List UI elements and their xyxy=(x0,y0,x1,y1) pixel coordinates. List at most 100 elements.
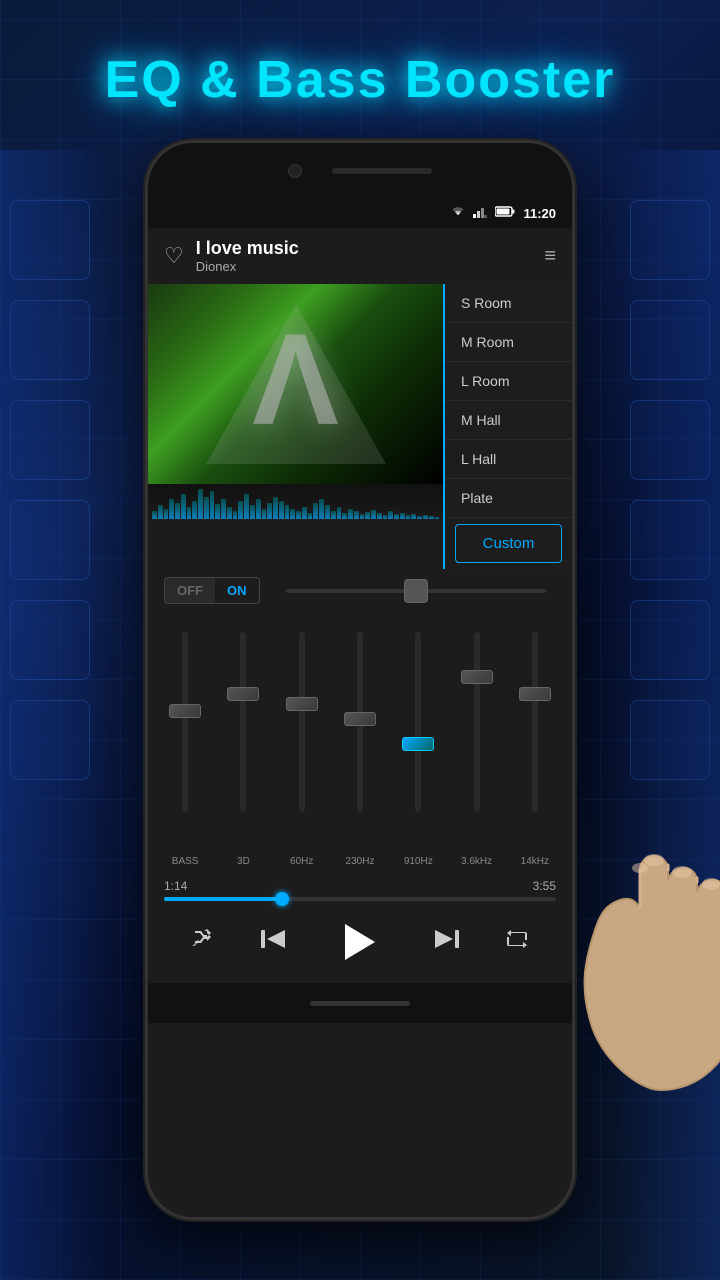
eq-label-bass: BASS xyxy=(156,856,214,867)
eq-handle-910hz[interactable] xyxy=(402,737,434,751)
toggle-on-btn[interactable]: ON xyxy=(215,578,259,603)
progress-current: 1:14 xyxy=(164,879,187,893)
progress-fill xyxy=(164,897,282,901)
wave-bar xyxy=(377,513,382,519)
wave-bar xyxy=(210,491,215,519)
shuffle-button[interactable] xyxy=(191,929,215,955)
eq-track-3-6khz xyxy=(474,632,480,812)
wave-bar xyxy=(187,507,192,519)
wave-bar xyxy=(360,514,365,519)
wave-bar xyxy=(417,516,422,519)
wave-bar xyxy=(325,505,330,519)
signal-icon xyxy=(473,206,487,221)
eq-toggle[interactable]: OFF ON xyxy=(164,577,260,604)
preset-custom-button[interactable]: Custom xyxy=(455,524,562,563)
wave-bar xyxy=(302,507,307,519)
eq-toggle-slider[interactable] xyxy=(286,589,547,593)
phone-speaker xyxy=(332,168,432,174)
eq-label-910hz: 910Hz xyxy=(389,856,447,867)
eq-slider-bass[interactable] xyxy=(156,622,214,852)
eq-handle-bass[interactable] xyxy=(169,704,201,718)
wave-bar xyxy=(400,513,405,519)
wave-bar xyxy=(181,494,186,519)
eq-label-14khz: 14kHz xyxy=(506,856,564,867)
wave-bar xyxy=(313,503,318,519)
wave-bar xyxy=(290,509,295,519)
wave-bar xyxy=(337,507,342,519)
wave-bar xyxy=(204,497,209,519)
preset-item-l-hall[interactable]: L Hall xyxy=(445,440,572,479)
wave-bar xyxy=(285,505,290,519)
eq-slider-60hz[interactable] xyxy=(273,622,331,852)
main-area: S Room M Room L Room M Hall L Hall Plate… xyxy=(148,284,572,569)
wave-bar xyxy=(215,504,220,519)
previous-button[interactable] xyxy=(261,928,289,956)
eq-slider-3d[interactable] xyxy=(214,622,272,852)
wave-bar xyxy=(388,511,393,519)
wave-bar xyxy=(262,509,267,519)
next-button[interactable] xyxy=(431,928,459,956)
eq-slider-14khz[interactable] xyxy=(506,622,564,852)
eq-channel-bass xyxy=(156,622,214,852)
wave-bar xyxy=(319,499,324,519)
wave-bar xyxy=(169,499,174,519)
eq-channel-910hz xyxy=(389,622,447,852)
eq-track-910hz xyxy=(415,632,421,812)
eq-labels: BASS 3D 60Hz 230Hz 910Hz 3.6kHz 14kHz xyxy=(148,852,572,871)
wave-bar xyxy=(331,511,336,519)
wave-bar xyxy=(233,511,238,519)
phone-bottom-bar xyxy=(148,983,572,1023)
eq-sliders xyxy=(148,612,572,852)
eq-track-230hz xyxy=(357,632,363,812)
wave-bar xyxy=(192,501,197,519)
eq-track-bass xyxy=(182,632,188,812)
toggle-off-btn[interactable]: OFF xyxy=(165,578,215,603)
wave-bar xyxy=(256,499,261,519)
wifi-icon xyxy=(451,206,465,220)
song-header: ♡ I love music Dionex ≡ xyxy=(148,228,572,284)
eq-slider-910hz[interactable] xyxy=(389,622,447,852)
wave-bar xyxy=(308,513,313,519)
preset-item-plate[interactable]: Plate xyxy=(445,479,572,518)
eq-handle-60hz[interactable] xyxy=(286,697,318,711)
eq-label-3-6khz: 3.6kHz xyxy=(447,856,505,867)
preset-item-m-room[interactable]: M Room xyxy=(445,323,572,362)
wave-bar xyxy=(164,509,169,519)
wave-bar xyxy=(267,503,272,519)
eq-slider-3-6khz[interactable] xyxy=(447,622,505,852)
preset-item-s-room[interactable]: S Room xyxy=(445,284,572,323)
eq-toggle-thumb[interactable] xyxy=(404,579,428,603)
album-image xyxy=(148,284,443,484)
eq-label-3d: 3D xyxy=(214,856,272,867)
repeat-button[interactable] xyxy=(505,929,529,955)
wave-bar xyxy=(354,511,359,519)
eq-handle-3-6khz[interactable] xyxy=(461,670,493,684)
wave-bar xyxy=(342,513,347,519)
eq-slider-230hz[interactable] xyxy=(331,622,389,852)
wave-bar xyxy=(273,497,278,519)
song-info: I love music Dionex xyxy=(196,238,533,274)
status-time: 11:20 xyxy=(523,206,556,221)
wave-bar xyxy=(383,515,388,519)
wave-bar xyxy=(394,514,399,519)
eq-handle-3d[interactable] xyxy=(227,687,259,701)
wave-bar xyxy=(152,511,157,519)
progress-dot[interactable] xyxy=(275,892,289,906)
preset-item-m-hall[interactable]: M Hall xyxy=(445,401,572,440)
favorite-icon[interactable]: ♡ xyxy=(164,243,184,269)
eq-toggle-row: OFF ON xyxy=(148,569,572,612)
side-right-glow xyxy=(610,150,720,1280)
preset-item-l-room[interactable]: L Room xyxy=(445,362,572,401)
play-button[interactable] xyxy=(335,917,385,967)
wave-bar xyxy=(198,489,203,519)
eq-track-14khz xyxy=(532,632,538,812)
progress-area: 1:14 3:55 xyxy=(148,871,572,905)
progress-track[interactable] xyxy=(164,897,556,901)
wave-bar xyxy=(423,515,428,519)
eq-handle-14khz[interactable] xyxy=(519,687,551,701)
eq-handle-230hz[interactable] xyxy=(344,712,376,726)
menu-icon[interactable]: ≡ xyxy=(544,245,556,268)
side-left-glow xyxy=(0,150,110,1280)
album-art xyxy=(148,284,443,519)
phone-content: ♡ I love music Dionex ≡ xyxy=(148,228,572,1217)
